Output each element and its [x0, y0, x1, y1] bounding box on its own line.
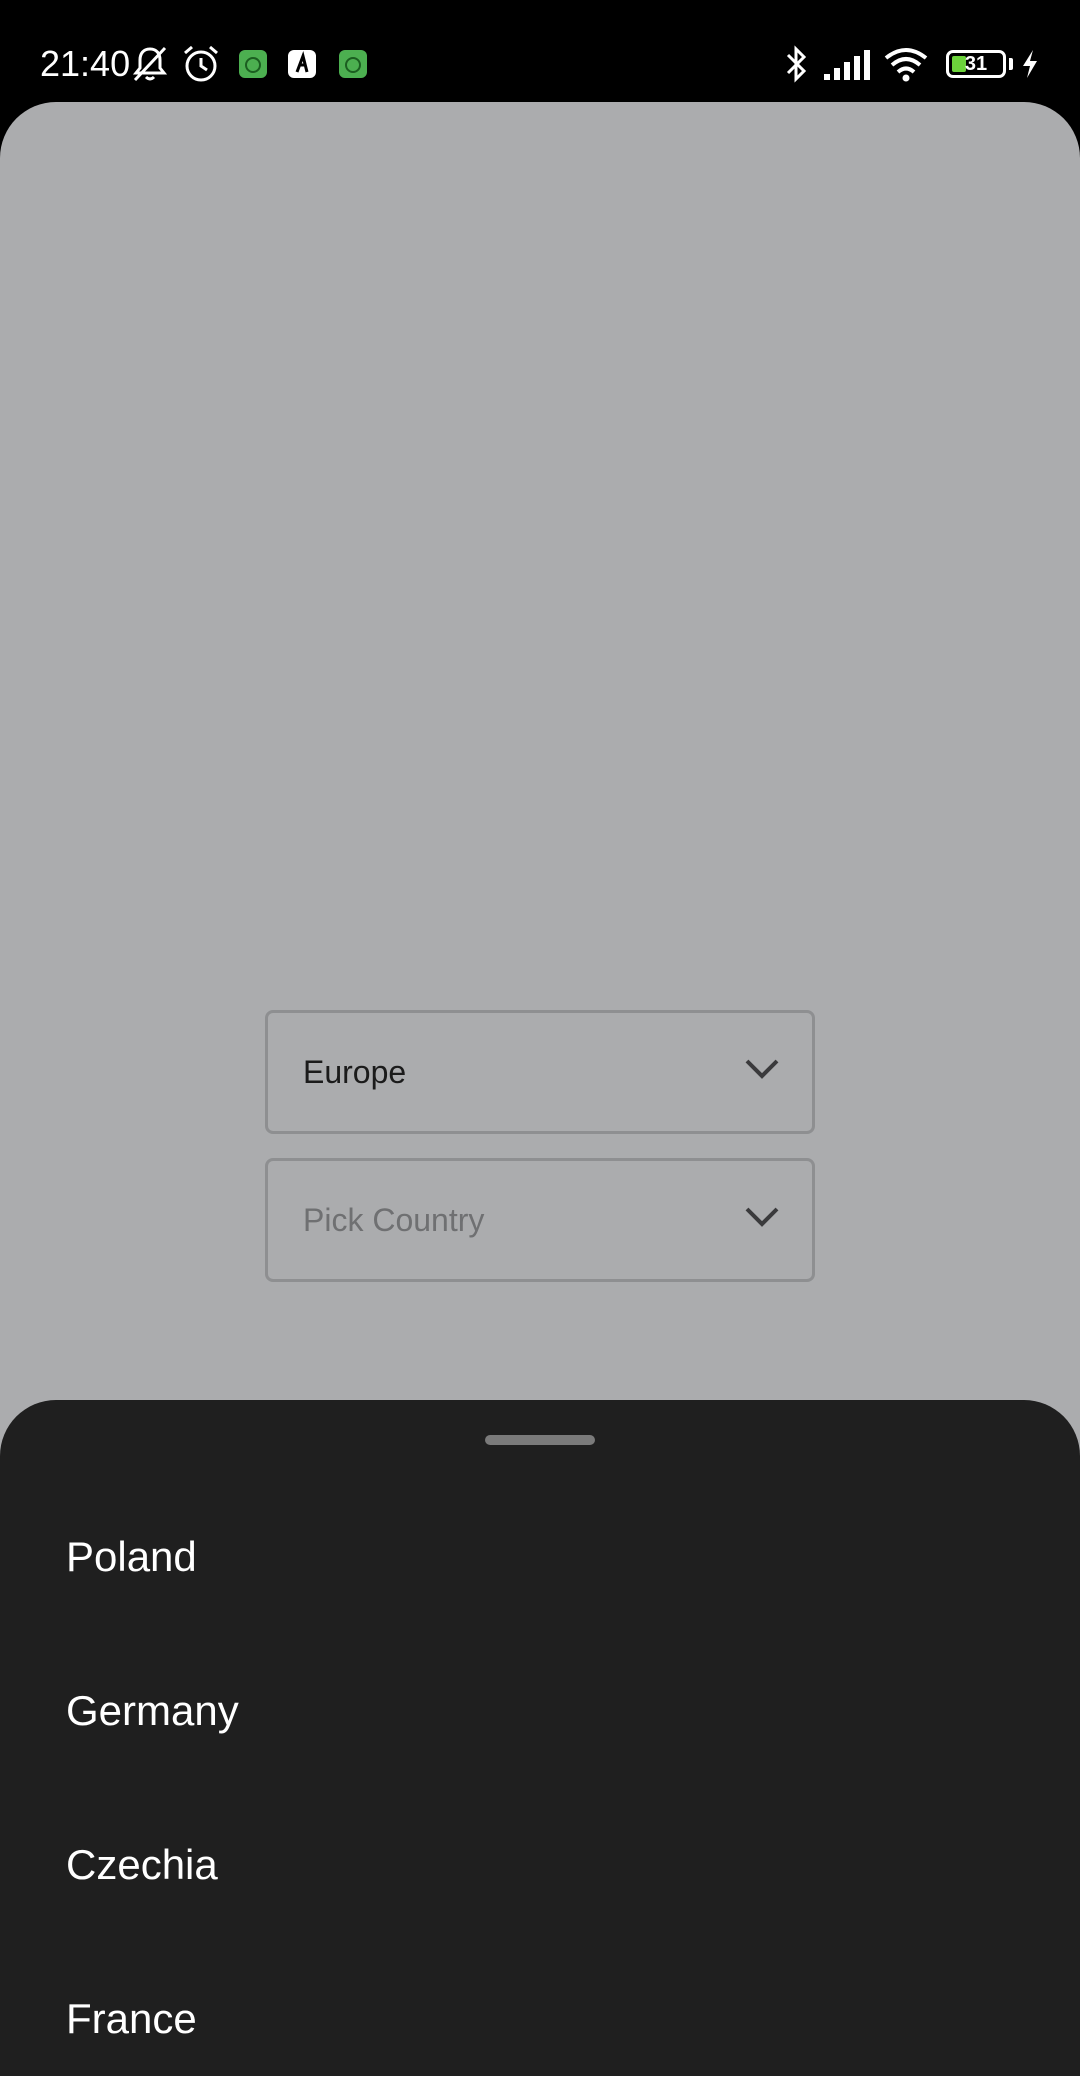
cell-signal-icon	[824, 50, 870, 80]
charging-icon	[1023, 50, 1037, 78]
country-option-france[interactable]: France	[0, 1942, 1080, 2076]
country-option-label: Czechia	[66, 1841, 218, 1888]
status-bar: 21:40 31	[0, 0, 1080, 102]
app-notification-icon	[239, 50, 267, 78]
app-notification-icon	[339, 50, 367, 78]
country-option-label: France	[66, 1995, 197, 2042]
status-time: 21:40	[40, 43, 131, 84]
country-option-poland[interactable]: Poland	[0, 1480, 1080, 1634]
country-bottom-sheet: Poland Germany Czechia France	[0, 1400, 1080, 2076]
sheet-drag-handle[interactable]	[485, 1435, 595, 1445]
country-option-germany[interactable]: Germany	[0, 1634, 1080, 1788]
chevron-down-icon	[745, 1207, 779, 1227]
screen: 21:40 31 Europe Pick Country Poland Germ…	[0, 0, 1080, 2076]
country-option-label: Poland	[66, 1533, 197, 1580]
app-notification-icon	[288, 50, 316, 78]
region-dropdown-value: Europe	[303, 1054, 407, 1090]
battery-level: 31	[964, 53, 988, 75]
alarm-icon	[184, 45, 218, 82]
battery-icon: 31	[946, 50, 1006, 78]
bell-off-icon	[132, 46, 168, 82]
wifi-icon	[884, 48, 928, 82]
country-dropdown-placeholder: Pick Country	[303, 1202, 485, 1238]
country-option-czechia[interactable]: Czechia	[0, 1788, 1080, 1942]
bluetooth-icon	[786, 45, 807, 83]
region-dropdown[interactable]: Europe	[265, 1010, 815, 1134]
chevron-down-icon	[745, 1059, 779, 1079]
country-dropdown[interactable]: Pick Country	[265, 1158, 815, 1282]
country-option-label: Germany	[66, 1687, 239, 1734]
